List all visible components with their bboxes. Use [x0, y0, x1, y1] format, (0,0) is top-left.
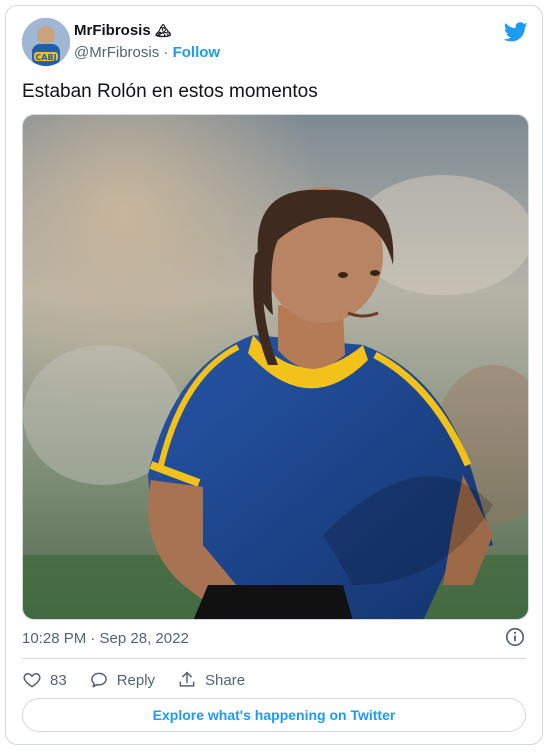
like-button[interactable]: 83 — [22, 670, 67, 690]
divider — [22, 658, 526, 659]
tweet-timestamp[interactable]: 10:28 PM · Sep 28, 2022 — [22, 630, 189, 647]
follow-button[interactable]: Follow — [173, 44, 221, 61]
explore-twitter-button[interactable]: Explore what's happening on Twitter — [22, 698, 526, 732]
share-button[interactable]: Share — [177, 670, 245, 690]
reply-button[interactable]: Reply — [89, 670, 155, 690]
share-label: Share — [205, 671, 246, 689]
author-handle[interactable]: @MrFibrosis — [74, 44, 159, 61]
avatar[interactable]: CABJ — [22, 18, 70, 66]
tweet-text: Estaban Rolón en estos momentos — [22, 81, 318, 102]
handle-separator: · — [159, 44, 173, 61]
like-count: 83 — [50, 671, 67, 689]
author-name-row[interactable]: MrFibrosis 🏔 — [74, 22, 171, 39]
reply-icon — [90, 672, 107, 688]
avatar-badge-text: CABJ — [35, 53, 56, 62]
share-icon — [179, 671, 195, 687]
twitter-bird-icon[interactable] — [504, 20, 528, 44]
tweet-photo[interactable] — [22, 114, 529, 620]
info-icon[interactable] — [504, 626, 526, 648]
embedded-tweet-card: CABJ MrFibrosis 🏔 @MrFibrosis · Follow E… — [5, 5, 543, 745]
reply-label: Reply — [116, 671, 156, 689]
mountain-emoji-icon: 🏔 — [154, 22, 172, 38]
author-handle-row: @MrFibrosis · Follow — [74, 44, 220, 61]
tweet-actions: 83 Reply Share — [22, 670, 267, 690]
author-display-name[interactable]: MrFibrosis — [74, 22, 151, 39]
heart-icon — [23, 672, 41, 688]
